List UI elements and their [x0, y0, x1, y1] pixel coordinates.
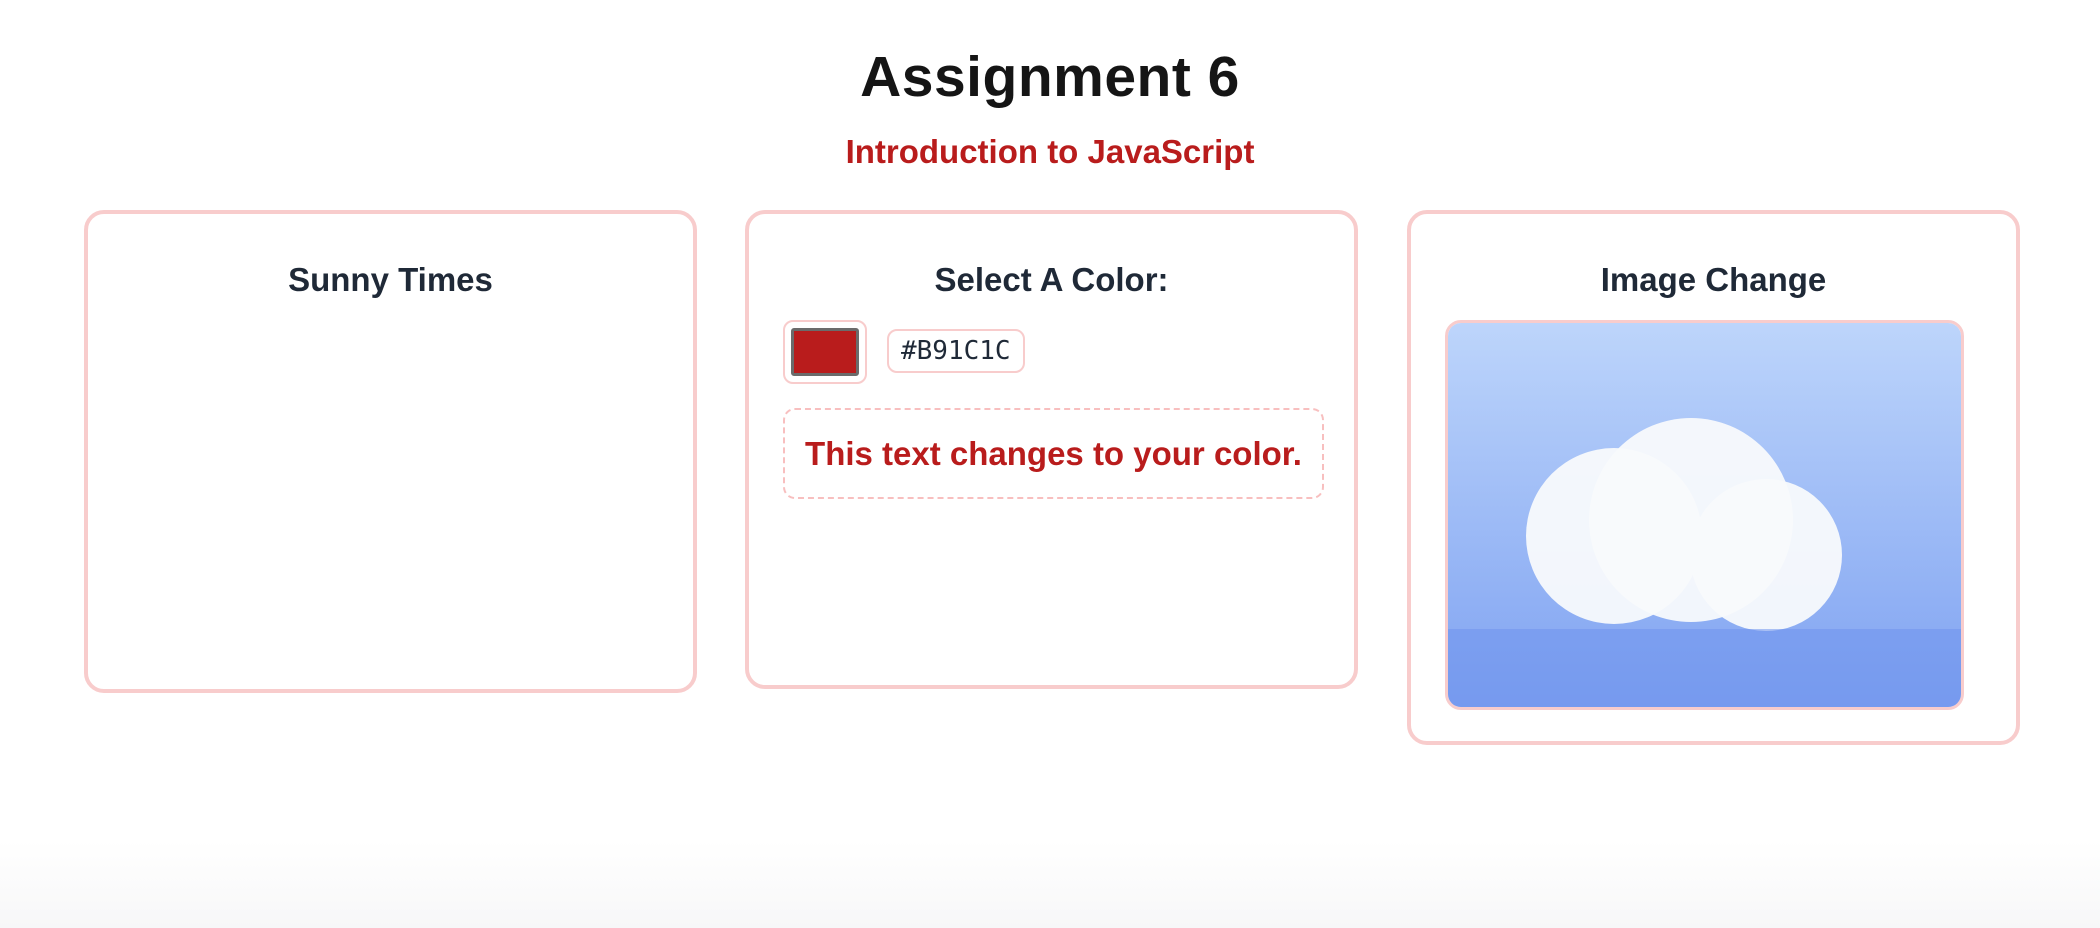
ground-band [1448, 629, 1961, 707]
page-subtitle: Introduction to JavaScript [845, 133, 1255, 170]
page-title: Assignment 6 [860, 45, 1240, 109]
color-input[interactable] [783, 320, 867, 384]
color-picker-title: Select A Color: [934, 261, 1169, 298]
cloud-icon [1448, 323, 1961, 707]
changeable-image[interactable] [1445, 320, 1964, 710]
image-change-title: Image Change [1600, 261, 1827, 298]
color-hex-value: #B91C1C [887, 329, 1025, 373]
color-swatch[interactable] [791, 328, 859, 376]
color-sample-text: This text changes to your color. [783, 408, 1324, 499]
image-change-card: Image Change [1407, 210, 2020, 745]
sunny-times-card: Sunny Times [84, 210, 697, 693]
sunny-times-title: Sunny Times [288, 261, 493, 298]
color-picker-card: Select A Color: #B91C1C This text change… [745, 210, 1358, 689]
